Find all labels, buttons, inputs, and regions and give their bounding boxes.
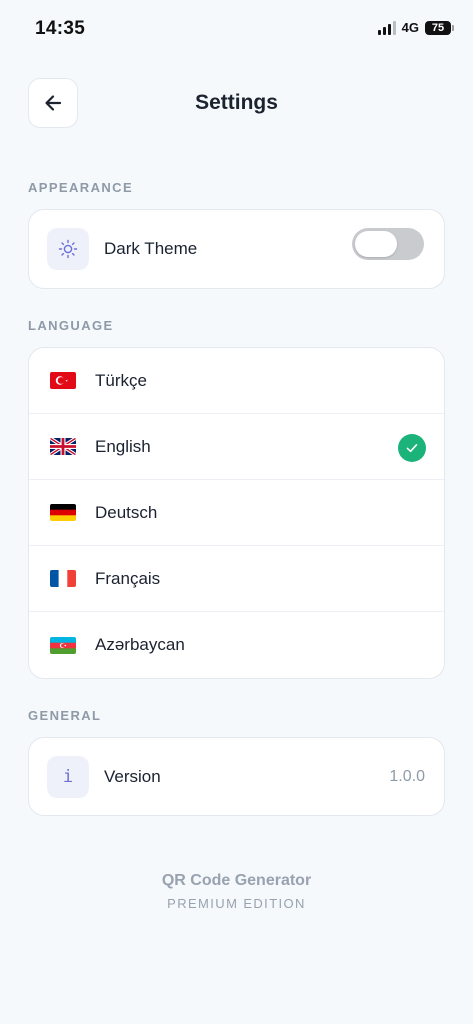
language-item-francais[interactable]: Français <box>29 546 444 612</box>
language-label: Azərbaycan <box>95 635 185 654</box>
dark-theme-label: Dark Theme <box>104 239 198 258</box>
page-title: Settings <box>195 91 278 114</box>
network-type: 4G <box>401 20 419 35</box>
version-value: 1.0.0 <box>389 767 425 785</box>
status-bar: 14:35 4G 75 <box>0 0 473 56</box>
section-label-general: GENERAL <box>28 708 102 723</box>
language-label: English <box>95 436 151 456</box>
language-item-azerbaycan[interactable]: Azərbaycan <box>29 612 444 678</box>
info-icon: i <box>47 755 89 798</box>
france-flag-icon <box>50 570 76 587</box>
turkey-flag-icon <box>50 372 76 389</box>
language-item-english[interactable]: English <box>29 414 444 480</box>
sun-icon <box>47 228 89 270</box>
version-row: i Version 1.0.0 <box>29 738 444 815</box>
language-label: Türkçe <box>95 370 147 390</box>
section-label-language: LANGUAGE <box>28 318 114 333</box>
appearance-card: Dark Theme <box>28 209 445 289</box>
general-card: i Version 1.0.0 <box>28 737 445 816</box>
dark-theme-row: Dark Theme <box>29 210 444 288</box>
battery-icon: 75 <box>425 20 454 35</box>
dark-theme-toggle[interactable] <box>352 228 424 260</box>
app-name: QR Code Generator <box>161 872 312 889</box>
germany-flag-icon <box>50 504 76 521</box>
azerbaijan-flag-icon <box>50 636 76 654</box>
check-icon <box>398 434 426 462</box>
status-time: 14:35 <box>35 18 86 39</box>
language-label: Deutsch <box>95 502 158 522</box>
language-item-deutsch[interactable]: Deutsch <box>29 480 444 546</box>
section-label-appearance: APPEARANCE <box>28 180 134 195</box>
language-card: Türkçe English Deutsch Français Azərbayc… <box>28 347 445 679</box>
edition-label: PREMIUM EDITION <box>167 896 306 911</box>
uk-flag-icon <box>50 438 76 455</box>
status-icons: 4G 75 <box>377 20 454 35</box>
signal-icon <box>377 20 396 35</box>
battery-level: 75 <box>431 21 445 34</box>
toggle-knob <box>355 231 397 257</box>
language-item-turkce[interactable]: Türkçe <box>29 348 444 414</box>
version-label: Version <box>104 766 161 786</box>
language-label: Français <box>95 568 161 588</box>
